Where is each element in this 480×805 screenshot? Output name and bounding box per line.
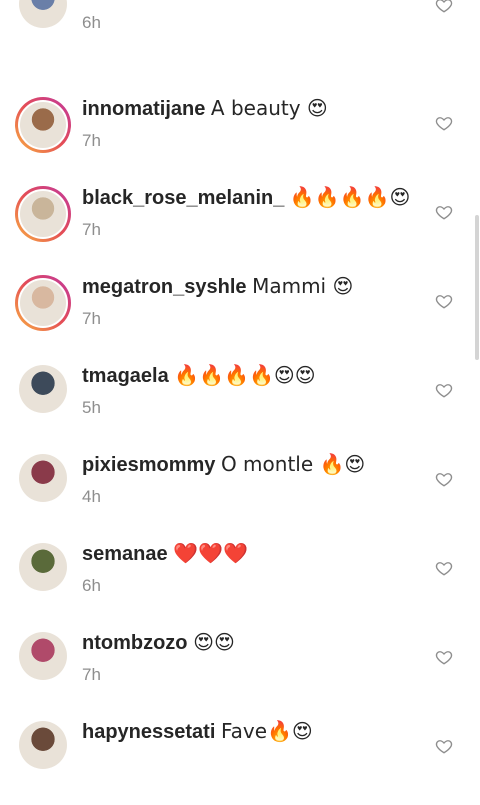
avatar-image <box>19 721 67 769</box>
comment-text: megatron_syshle Mammi 😍 <box>82 273 412 300</box>
comment-row: semanae ❤️❤️❤️ 6h <box>0 538 480 627</box>
avatar-image <box>18 100 68 150</box>
comment-timestamp: 7h <box>82 220 101 239</box>
heart-outline-icon[interactable] <box>435 648 453 666</box>
heart-outline-icon[interactable] <box>435 381 453 399</box>
comment-text: nicolosintombii Semnie😍 <box>82 0 412 4</box>
avatar-image <box>19 365 67 413</box>
comment-text: pixiesmommy O montle 🔥😍 <box>82 451 412 478</box>
avatar[interactable] <box>15 275 71 331</box>
comment-body: Mammi 😍 <box>252 274 354 298</box>
comment-body: ❤️❤️❤️ <box>173 541 248 565</box>
comment-body: 🔥🔥🔥🔥😍 <box>289 185 411 209</box>
comment-body: O montle 🔥😍 <box>220 452 366 476</box>
heart-outline-icon[interactable] <box>435 0 453 14</box>
avatar-image <box>19 0 67 28</box>
heart-outline-icon[interactable] <box>435 292 453 310</box>
comment-timestamp: 7h <box>82 309 101 328</box>
heart-outline-icon[interactable] <box>435 737 453 755</box>
avatar[interactable] <box>15 97 71 153</box>
avatar[interactable] <box>19 365 67 413</box>
avatar[interactable] <box>19 632 67 680</box>
comment-row: hapynessetati Fave🔥😍 <box>0 716 480 805</box>
comment-row: megatron_syshle Mammi 😍 7h <box>0 271 480 360</box>
comment-body: A beauty 😍 <box>210 96 328 120</box>
avatar-image <box>19 632 67 680</box>
comment-timestamp: 7h <box>82 131 101 150</box>
avatar-image <box>18 189 68 239</box>
comment-timestamp: 5h <box>82 398 101 417</box>
avatar[interactable] <box>19 543 67 591</box>
heart-outline-icon[interactable] <box>435 203 453 221</box>
comment-timestamp: 6h <box>82 576 101 595</box>
comment-row: tmagaela 🔥🔥🔥🔥😍😍 5h <box>0 360 480 449</box>
username-link[interactable]: nicolosintombii <box>82 0 230 2</box>
username-link[interactable]: pixiesmommy <box>82 454 215 476</box>
comment-text: tmagaela 🔥🔥🔥🔥😍😍 <box>82 362 412 389</box>
username-link[interactable]: tmagaela <box>82 365 169 387</box>
avatar[interactable] <box>15 186 71 242</box>
avatar-image <box>19 543 67 591</box>
username-link[interactable]: hapynessetati <box>82 721 215 743</box>
comment-text: hapynessetati Fave🔥😍 <box>82 718 412 745</box>
comment-timestamp: 4h <box>82 487 101 506</box>
heart-outline-icon[interactable] <box>435 559 453 577</box>
avatar-image <box>18 278 68 328</box>
comment-text: ntombzozo 😍😍 <box>82 629 412 656</box>
comment-text: semanae ❤️❤️❤️ <box>82 540 412 567</box>
heart-outline-icon[interactable] <box>435 114 453 132</box>
username-link[interactable]: megatron_syshle <box>82 276 247 298</box>
comment-timestamp: 6h <box>82 13 101 32</box>
avatar[interactable] <box>19 721 67 769</box>
heart-outline-icon[interactable] <box>435 470 453 488</box>
comment-body: Fave🔥😍 <box>220 719 313 743</box>
comment-row: pixiesmommy O montle 🔥😍 4h <box>0 449 480 538</box>
comment-body: Semnie😍 <box>235 0 331 2</box>
avatar[interactable] <box>19 0 67 28</box>
comment-row: black_rose_melanin_ 🔥🔥🔥🔥😍 7h <box>0 182 480 271</box>
scrollbar[interactable] <box>475 215 479 360</box>
comment-text: black_rose_melanin_ 🔥🔥🔥🔥😍 <box>82 184 412 211</box>
comments-list: nicolosintombii Semnie😍 6h innomatijane A … <box>0 0 480 769</box>
username-link[interactable]: semanae <box>82 543 168 565</box>
avatar-image <box>19 454 67 502</box>
username-link[interactable]: ntombzozo <box>82 632 188 654</box>
username-link[interactable]: black_rose_melanin_ <box>82 187 284 209</box>
comment-row: nicolosintombii Semnie😍 6h <box>0 0 480 64</box>
comment-body: 😍😍 <box>193 630 235 654</box>
comment-body: 🔥🔥🔥🔥😍😍 <box>174 363 316 387</box>
comment-row: innomatijane A beauty 😍 7h <box>0 93 480 182</box>
comment-text: innomatijane A beauty 😍 <box>82 95 412 122</box>
username-link[interactable]: innomatijane <box>82 98 205 120</box>
comment-row: ntombzozo 😍😍 7h <box>0 627 480 716</box>
comment-timestamp: 7h <box>82 665 101 684</box>
avatar[interactable] <box>19 454 67 502</box>
